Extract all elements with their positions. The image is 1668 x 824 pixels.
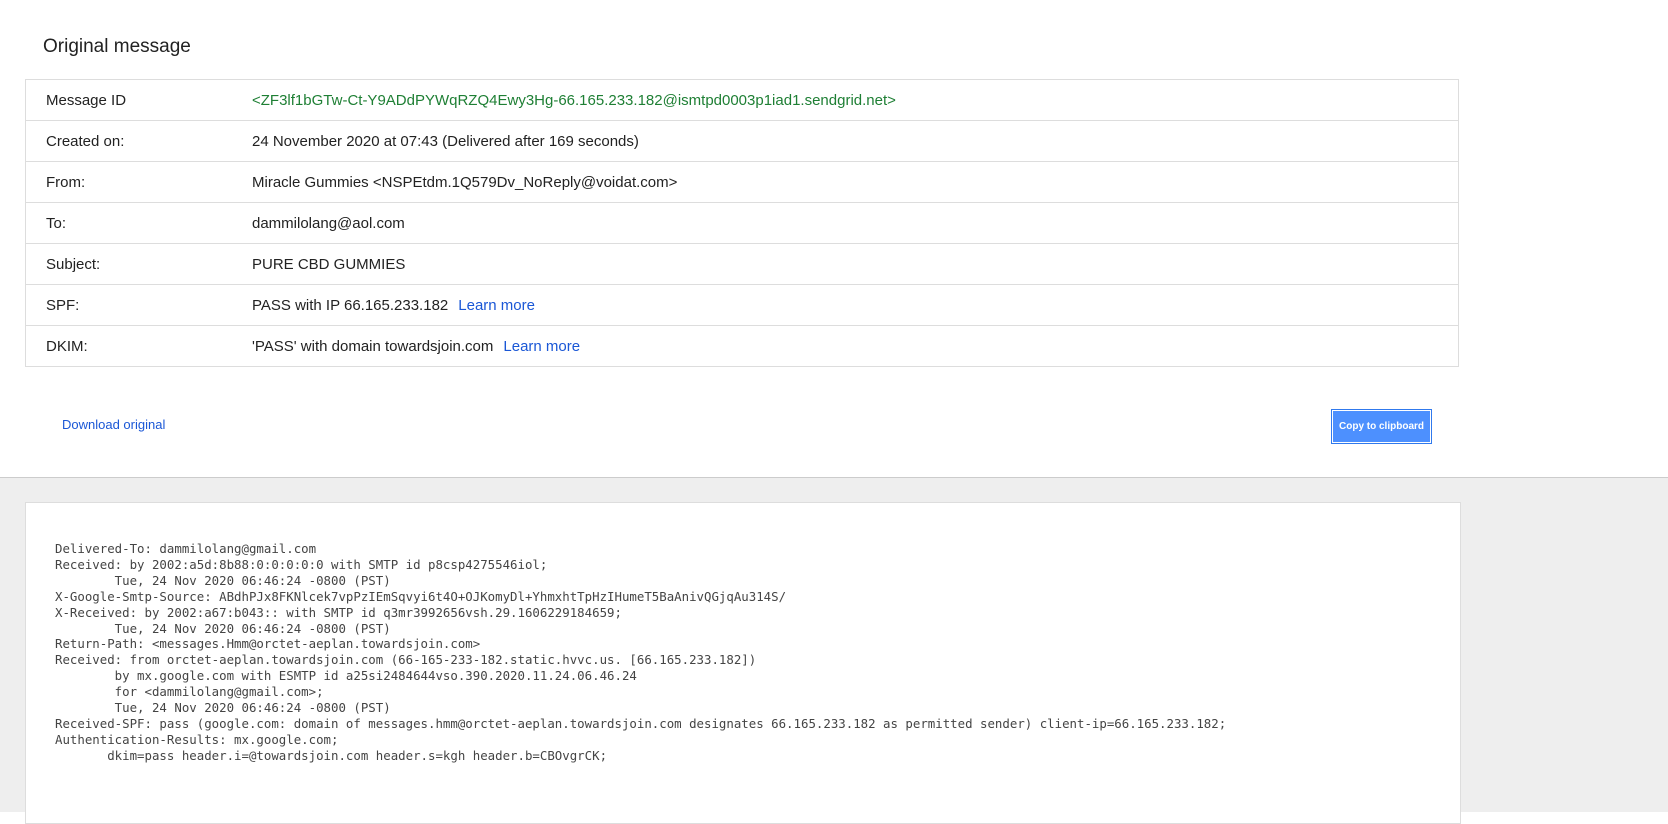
spf-cell: PASS with IP 66.165.233.182 Learn more: [252, 284, 1459, 326]
table-row: Message ID <ZF3lf1bGTw-Ct-Y9ADdPYWqRZQ4Ew…: [25, 79, 1459, 121]
page-title: Original message: [43, 36, 191, 57]
table-row: Subject: PURE CBD GUMMIES: [25, 243, 1459, 285]
spf-learn-more-link[interactable]: Learn more: [458, 297, 535, 314]
from-value: Miracle Gummies <NSPEtdm.1Q579Dv_NoReply…: [252, 161, 1459, 203]
row-label: Created on:: [25, 120, 252, 162]
row-label: Subject:: [25, 243, 252, 285]
raw-message-area: Delivered-To: dammilolang@gmail.com Rece…: [0, 478, 1668, 824]
row-label: SPF:: [25, 284, 252, 326]
raw-message-box: Delivered-To: dammilolang@gmail.com Rece…: [25, 502, 1461, 824]
dkim-value: 'PASS' with domain towardsjoin.com: [252, 337, 494, 355]
row-label: DKIM:: [25, 325, 252, 367]
raw-message-text: Delivered-To: dammilolang@gmail.com Rece…: [55, 541, 1227, 763]
download-original-link[interactable]: Download original: [62, 417, 165, 432]
spf-value: PASS with IP 66.165.233.182: [252, 296, 449, 314]
message-id-value: <ZF3lf1bGTw-Ct-Y9ADdPYWqRZQ4Ewy3Hg-66.16…: [252, 79, 1459, 121]
row-label: Message ID: [25, 79, 252, 121]
row-label: To:: [25, 202, 252, 244]
table-row: From: Miracle Gummies <NSPEtdm.1Q579Dv_No…: [25, 161, 1459, 203]
table-row: To: dammilolang@aol.com: [25, 202, 1459, 244]
subject-value: PURE CBD GUMMIES: [252, 243, 1459, 285]
header-table: Message ID <ZF3lf1bGTw-Ct-Y9ADdPYWqRZQ4Ew…: [25, 79, 1459, 367]
table-row: Created on: 24 November 2020 at 07:43 (De…: [25, 120, 1459, 162]
dkim-cell: 'PASS' with domain towardsjoin.com Learn …: [252, 325, 1459, 367]
copy-to-clipboard-button[interactable]: Copy to clipboard: [1331, 409, 1432, 444]
table-row: SPF: PASS with IP 66.165.233.182 Learn mor…: [25, 284, 1459, 326]
dkim-learn-more-link[interactable]: Learn more: [503, 338, 580, 355]
to-value: dammilolang@aol.com: [252, 202, 1459, 244]
created-value: 24 November 2020 at 07:43 (Delivered aft…: [252, 120, 1459, 162]
table-row: DKIM: 'PASS' with domain towardsjoin.com L…: [25, 325, 1459, 367]
row-label: From:: [25, 161, 252, 203]
message-summary-panel: Original message Message ID <ZF3lf1bGTw-C…: [0, 0, 1668, 478]
